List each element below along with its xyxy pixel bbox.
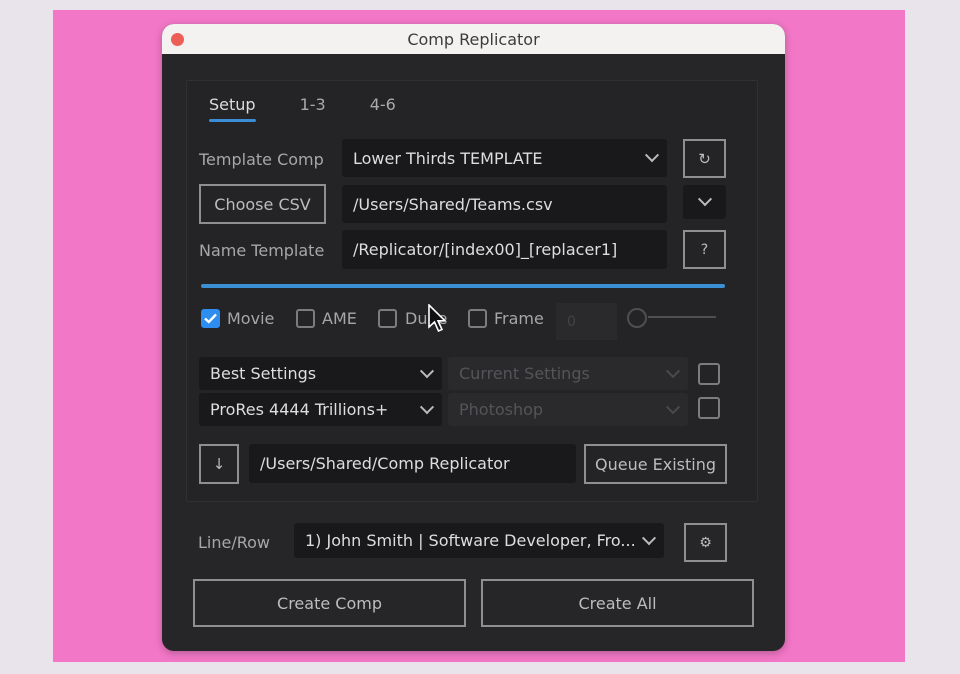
- chevron-down-icon: [419, 399, 435, 414]
- window-title: Comp Replicator: [407, 29, 540, 49]
- frame-number-value: 0: [567, 313, 576, 330]
- progress-bar: [201, 284, 725, 288]
- refresh-button[interactable]: ↻: [683, 139, 726, 178]
- chevron-down-icon: [641, 530, 657, 545]
- tab-4-6[interactable]: 4-6: [370, 95, 396, 114]
- name-template-field[interactable]: /Replicator/[index00]_[replacer1]: [342, 230, 667, 269]
- chevron-down-icon: [644, 148, 660, 163]
- tab-1-3[interactable]: 1-3: [300, 95, 326, 114]
- choose-folder-button[interactable]: ↓: [199, 444, 239, 484]
- frame-label: Frame: [494, 309, 544, 328]
- refresh-icon: ↻: [698, 149, 711, 168]
- mouse-cursor-icon: [428, 304, 447, 333]
- render-settings-dropdown[interactable]: Best Settings: [199, 357, 442, 390]
- csv-path-value: /Users/Shared/Teams.csv: [353, 194, 553, 214]
- help-icon: ?: [700, 241, 709, 258]
- frame-number-field[interactable]: 0: [556, 303, 617, 340]
- chevron-down-icon: [665, 399, 681, 414]
- csv-path-field[interactable]: /Users/Shared/Teams.csv: [342, 185, 667, 223]
- movie-checkbox[interactable]: [201, 309, 220, 328]
- comp-replicator-window: Comp Replicator Setup 1-3 4-6 Template C…: [162, 24, 785, 651]
- frame-checkbox[interactable]: [468, 309, 487, 328]
- csv-options-dropdown[interactable]: [683, 185, 726, 219]
- output-module-checkbox[interactable]: [698, 397, 720, 419]
- line-row-label: Line/Row: [198, 533, 271, 552]
- choose-csv-label: Choose CSV: [214, 194, 311, 214]
- frame-output-module-value: Photoshop: [459, 400, 544, 419]
- arrow-down-icon: ↓: [212, 455, 226, 473]
- output-module-dropdown[interactable]: ProRes 4444 Trillions+: [199, 393, 442, 426]
- chevron-down-icon: [419, 363, 435, 378]
- name-template-value: /Replicator/[index00]_[replacer1]: [353, 240, 618, 259]
- create-all-label: Create All: [578, 593, 657, 613]
- tab-setup[interactable]: Setup: [209, 95, 256, 122]
- queue-existing-button[interactable]: Queue Existing: [584, 444, 727, 484]
- output-folder-value: /Users/Shared/Comp Replicator: [260, 454, 510, 473]
- gear-icon: ⚙: [699, 534, 712, 551]
- template-comp-label: Template Comp: [199, 150, 324, 169]
- name-template-label: Name Template: [199, 241, 325, 260]
- settings-button[interactable]: ⚙: [684, 523, 727, 562]
- template-comp-dropdown[interactable]: Lower Thirds TEMPLATE: [342, 139, 667, 177]
- ame-checkbox[interactable]: [296, 309, 315, 328]
- dupe-checkbox[interactable]: [378, 309, 397, 328]
- tab-bar: Setup 1-3 4-6: [209, 95, 440, 122]
- render-settings-checkbox[interactable]: [698, 363, 720, 385]
- movie-label: Movie: [227, 309, 275, 328]
- help-button[interactable]: ?: [683, 230, 726, 269]
- title-bar: Comp Replicator: [162, 24, 785, 54]
- output-module-value: ProRes 4444 Trillions+: [210, 400, 389, 419]
- checkmark-icon: [204, 313, 217, 324]
- queue-existing-label: Queue Existing: [594, 454, 717, 474]
- create-comp-label: Create Comp: [277, 593, 382, 613]
- frame-output-module-dropdown[interactable]: Photoshop: [448, 393, 688, 426]
- ame-label: AME: [322, 309, 357, 328]
- output-folder-field[interactable]: /Users/Shared/Comp Replicator: [249, 444, 576, 483]
- close-window-button[interactable]: [171, 33, 184, 46]
- frame-render-settings-dropdown[interactable]: Current Settings: [448, 357, 688, 390]
- line-row-value: 1) John Smith | Software Developer, Fro.…: [305, 531, 636, 550]
- chevron-down-icon: [697, 192, 712, 207]
- frame-slider-track[interactable]: [648, 316, 716, 318]
- main-panel: Setup 1-3 4-6 Template Comp Lower Thirds…: [186, 80, 758, 502]
- create-all-button[interactable]: Create All: [481, 579, 754, 627]
- frame-render-settings-value: Current Settings: [459, 364, 590, 383]
- line-row-dropdown[interactable]: 1) John Smith | Software Developer, Fro.…: [294, 523, 664, 558]
- create-comp-button[interactable]: Create Comp: [193, 579, 466, 627]
- template-comp-value: Lower Thirds TEMPLATE: [353, 148, 543, 168]
- frame-slider-handle[interactable]: [627, 308, 647, 328]
- choose-csv-button[interactable]: Choose CSV: [199, 184, 326, 224]
- render-settings-value: Best Settings: [210, 364, 317, 383]
- chevron-down-icon: [665, 363, 681, 378]
